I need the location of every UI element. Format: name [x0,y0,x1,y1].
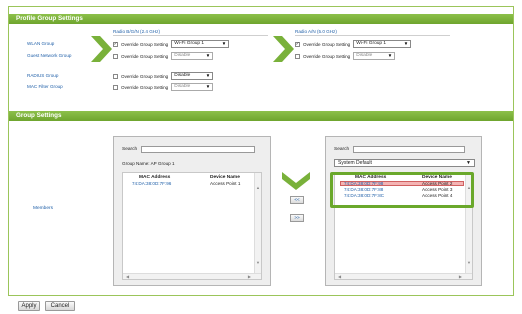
scroll-left-icon[interactable]: ◀ [338,274,341,279]
radio-bgn-divider [113,35,268,36]
group-members-panel: Search Group Name: AP Group 1 MAC Addres… [113,136,271,286]
table-row-device[interactable]: Access Point 1 [210,181,240,186]
radius-select-value: Disable [174,73,191,78]
guest-an-row: Override Group Setting Disable ▼ [295,52,396,60]
mac-filter-override-checkbox[interactable] [113,84,118,90]
device-name-header: Device Name [210,175,240,180]
members-label: Members [33,206,53,211]
horizontal-scrollbar[interactable]: ◀ ▶ [335,273,472,279]
chevron-down-arrow-icon [282,172,310,190]
chevron-down-icon: ▼ [205,73,211,78]
mac-filter-group-label: MAC Filter Group [27,84,63,89]
radius-group-label: RADIUS Group [27,73,59,78]
chevron-down-icon: ▼ [403,41,409,46]
chevron-down-icon: ▼ [466,160,471,166]
group-settings-header: Group Settings [9,111,513,121]
scroll-right-icon[interactable]: ▶ [248,274,251,279]
radio-an-heading: Radio A/N (5.0 GHz) [295,29,337,34]
wlan-an-row: ✓ Override Group Setting Wi-Fi Group 1 ▼ [295,40,412,48]
guest-bgn-row: Override Group Setting Disable ▼ [113,52,214,60]
group-name-text: Group Name: AP Group 1 [122,161,175,166]
guest-an-override-text: Override Group Setting [303,53,351,59]
mac-filter-override-text: Override Group Setting [121,84,169,90]
mac-address-header: MAC Address [139,175,171,180]
radius-override-text: Override Group Setting [121,73,169,79]
wlan-bgn-override-checkbox[interactable]: ✓ [113,41,118,47]
guest-bgn-select-value: Disable [174,53,191,58]
radius-group-select[interactable]: Disable ▼ [171,72,214,80]
wlan-group-label: WLAN Group [27,41,55,46]
search-label: Search [334,147,350,152]
apply-button[interactable]: Apply [18,301,40,311]
search-input[interactable] [353,146,465,153]
guest-bgn-group-select[interactable]: Disable ▼ [171,52,214,60]
radius-override-checkbox[interactable] [113,73,118,79]
chevron-down-icon: ▼ [387,53,393,58]
mac-filter-group-select[interactable]: Disable ▼ [171,83,214,91]
chevron-down-icon: ▼ [205,53,211,58]
vertical-scrollbar[interactable]: ▲ ▼ [254,173,261,273]
move-left-button[interactable]: << [290,196,304,204]
guest-bgn-override-checkbox[interactable] [113,53,118,59]
wlan-an-group-select[interactable]: Wi-Fi Group 1 ▼ [353,40,412,48]
search-input[interactable] [141,146,255,153]
scroll-up-icon[interactable]: ▲ [256,185,260,190]
wlan-an-override-text: Override Group Setting [303,41,351,47]
guest-an-group-select[interactable]: Disable ▼ [353,52,396,60]
highlight-callout-box [330,172,474,208]
mac-filter-select-value: Disable [174,84,191,89]
wlan-an-select-value: Wi-Fi Group 1 [356,41,387,46]
guest-network-group-label: Guest Network Group [27,53,72,58]
wlan-bgn-row: ✓ Override Group Setting Wi-Fi Group 1 ▼ [113,40,230,48]
chevron-right-arrow-icon [273,36,294,62]
chevron-down-icon: ▼ [205,84,211,89]
chevron-right-arrow-icon [91,36,112,62]
radio-an-divider [295,35,450,36]
search-label: Search [122,147,138,152]
guest-an-override-checkbox[interactable] [295,53,300,59]
mac-filter-bgn-row: Override Group Setting Disable ▼ [113,83,214,91]
scroll-down-icon[interactable]: ▼ [256,260,260,265]
move-right-button[interactable]: >> [290,214,304,222]
members-list[interactable]: MAC Address Device Name 74:DA:38:0D:7F:9… [122,172,262,280]
cancel-button[interactable]: Cancel [45,301,75,311]
group-filter-select[interactable]: System Default ▼ [334,159,475,167]
scroll-left-icon[interactable]: ◀ [126,274,129,279]
guest-an-select-value: Disable [356,53,373,58]
profile-group-header: Profile Group Settings [9,14,513,24]
scroll-down-icon[interactable]: ▼ [467,260,471,265]
scroll-right-icon[interactable]: ▶ [459,274,462,279]
horizontal-scrollbar[interactable]: ◀ ▶ [123,273,261,279]
group-filter-value: System Default [338,160,372,166]
radius-bgn-row: Override Group Setting Disable ▼ [113,72,214,80]
table-row-mac[interactable]: 74:DA:38:0D:7F:96 [132,181,171,186]
available-aps-panel: Search System Default ▼ MAC Address Devi… [325,136,482,286]
chevron-down-icon: ▼ [221,41,227,46]
wlan-bgn-override-text: Override Group Setting [121,41,169,47]
guest-bgn-override-text: Override Group Setting [121,53,169,59]
wlan-bgn-select-value: Wi-Fi Group 1 [174,41,205,46]
wlan-bgn-group-select[interactable]: Wi-Fi Group 1 ▼ [171,40,230,48]
radio-bgn-heading: Radio B/G/N (2.4 GHz) [113,29,160,34]
wlan-an-override-checkbox[interactable]: ✓ [295,41,300,47]
